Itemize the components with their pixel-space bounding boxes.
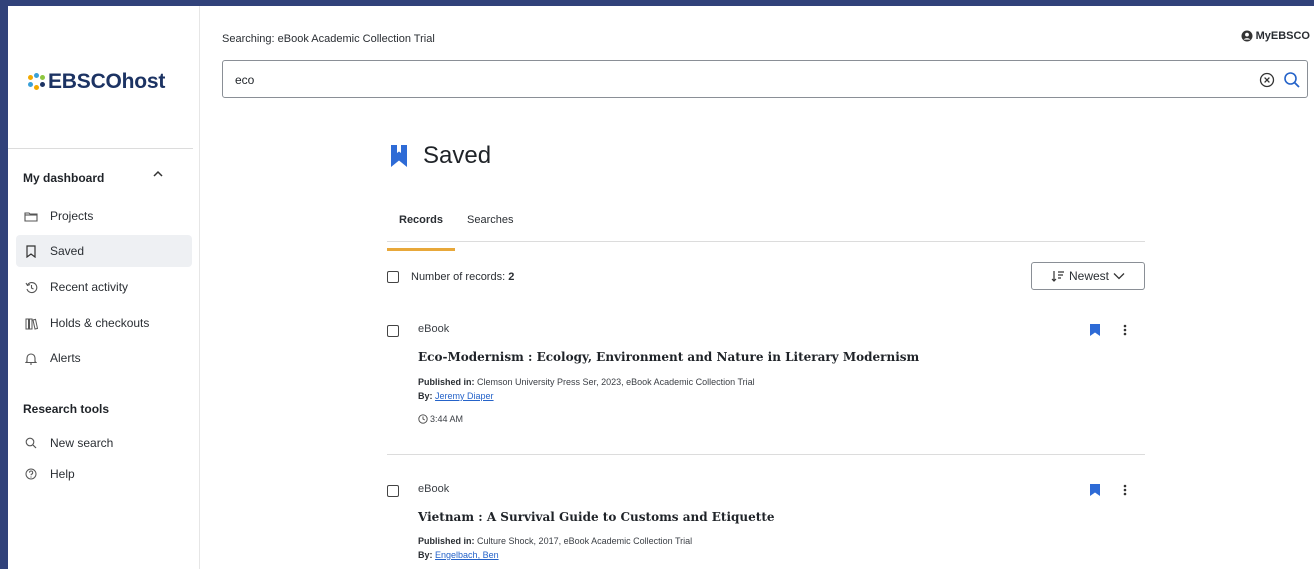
bookmark-filled-icon[interactable] [1089,323,1101,337]
select-all-checkbox[interactable] [387,271,399,283]
logo-text: EBSCOhost [48,70,166,93]
record-divider [387,454,1145,455]
sidebar-item-alerts[interactable]: Alerts [16,342,192,374]
ebscohost-logo[interactable]: EBSCOhost [28,70,165,94]
myebsco-link[interactable]: MyEBSCO [1241,30,1310,42]
tab-records[interactable]: Records [387,214,455,251]
left-accent-bar [0,6,8,569]
record-author: By: Jeremy Diaper [418,391,494,401]
folder-icon [24,209,38,223]
sidebar-item-label: Holds & checkouts [50,316,150,330]
bookmark-filled-icon[interactable] [1089,483,1101,497]
records-count-label: Number of records: [411,271,506,283]
chevron-up-icon[interactable] [152,168,164,180]
sort-dropdown[interactable]: Newest [1031,262,1145,290]
more-options-icon[interactable] [1119,483,1131,497]
bell-icon [24,351,38,365]
dashboard-heading: My dashboard [23,171,105,185]
select-all-records[interactable]: Number of records: 2 [387,271,514,283]
search-submit-icon[interactable] [1283,71,1301,89]
published-value: Clemson University Press Ser, 2023, eBoo… [477,377,755,387]
saved-tabs: Records Searches [387,205,1145,251]
tab-label: Records [399,214,444,226]
sidebar-item-label: Projects [50,209,94,223]
published-label: Published in: [418,536,475,546]
clock-icon [418,414,428,424]
sidebar-item-label: Recent activity [50,280,129,294]
record-published: Published in: Culture Shock, 2017, eBook… [418,536,692,546]
sidebar: EBSCOhost My dashboard Projects Saved Re… [8,6,200,569]
record-type: eBook [418,483,450,495]
chevron-down-icon [1113,273,1125,280]
help-icon [24,467,38,481]
sidebar-item-recent-activity[interactable]: Recent activity [16,271,192,303]
published-label: Published in: [418,377,475,387]
sidebar-item-saved[interactable]: Saved [16,235,192,267]
sidebar-item-label: Help [50,467,75,481]
records-count-value: 2 [508,271,515,283]
search-box [222,60,1308,98]
history-icon [24,280,38,294]
record-checkbox[interactable] [387,325,399,337]
record-published: Published in: Clemson University Press S… [418,377,755,387]
record-item: eBook Vietnam : A Survival Guide to Cust… [387,483,1145,569]
published-value: Culture Shock, 2017, eBook Academic Coll… [477,536,693,546]
record-title-link[interactable]: Eco-Modernism : Ecology, Environment and… [418,350,919,364]
tab-label: Searches [467,214,514,226]
research-tools-heading: Research tools [23,402,110,416]
page-title: Saved [389,142,491,170]
sidebar-item-label: New search [50,436,114,450]
books-icon [24,316,38,330]
author-label: By: [418,550,433,560]
record-item: eBook Eco-Modernism : Ecology, Environme… [387,323,1145,433]
sidebar-item-new-search[interactable]: New search [16,427,192,459]
sidebar-item-label: Alerts [50,351,81,365]
author-link[interactable]: Jeremy Diaper [435,391,494,401]
record-title-link[interactable]: Vietnam : A Survival Guide to Customs an… [418,510,775,524]
sort-label: Newest [1068,269,1109,283]
logo-mark-icon [28,73,46,91]
page-title-text: Saved [423,142,492,169]
searching-database-label[interactable]: Searching: eBook Academic Collection Tri… [222,33,435,45]
sidebar-item-label: Saved [50,244,85,258]
search-icon [24,436,38,450]
bookmark-filled-icon [391,145,407,167]
bookmark-icon [24,244,38,258]
sidebar-item-projects[interactable]: Projects [16,200,192,232]
search-input[interactable] [235,70,1235,90]
tab-searches[interactable]: Searches [455,214,525,242]
author-link[interactable]: Engelbach, Ben [435,550,499,560]
record-type: eBook [418,323,450,335]
sidebar-item-help[interactable]: Help [16,458,192,490]
myebsco-label: MyEBSCO [1255,30,1310,42]
author-label: By: [418,391,433,401]
clear-search-icon[interactable] [1259,72,1275,88]
active-tab-indicator [387,248,455,251]
record-saved-time: 3:44 AM [418,414,463,424]
sort-icon [1051,271,1064,282]
saved-time-value: 3:44 AM [430,414,464,424]
account-icon [1241,30,1253,42]
record-author: By: Engelbach, Ben [418,550,499,560]
sidebar-divider [8,148,193,149]
record-checkbox[interactable] [387,485,399,497]
sidebar-item-holds-checkouts[interactable]: Holds & checkouts [16,307,192,339]
more-options-icon[interactable] [1119,323,1131,337]
